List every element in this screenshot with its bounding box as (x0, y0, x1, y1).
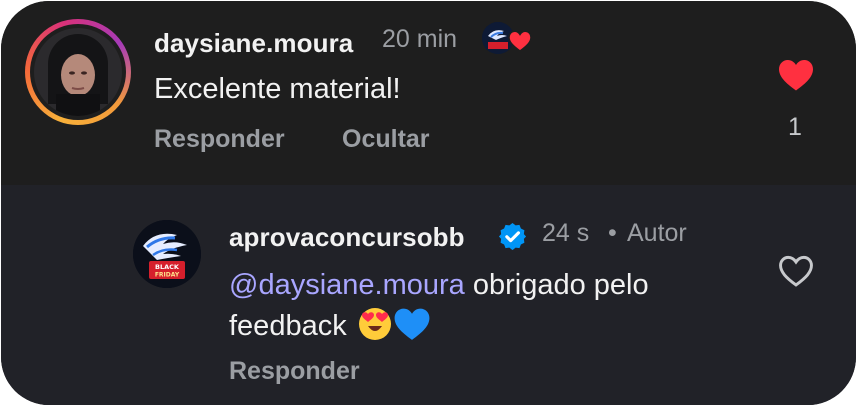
comment-text: Excelente material! (154, 73, 401, 105)
reply-button[interactable]: Responder (154, 125, 285, 154)
comment-timestamp: 20 min (382, 25, 458, 53)
hide-button[interactable]: Ocultar (342, 125, 430, 154)
meta-separator: • (608, 219, 617, 247)
avatar-black-text: BLACK (155, 263, 180, 271)
creator-heart-icon (508, 30, 532, 52)
avatar-friday-text: FRIDAY (155, 272, 180, 279)
like-count: 1 (788, 113, 802, 141)
heart-eyes-emoji (357, 306, 393, 354)
comment-item: daysiane.moura 20 min Excelente material… (1, 1, 856, 185)
mention-link[interactable]: @daysiane.moura (229, 269, 465, 301)
comment-username[interactable]: daysiane.moura (154, 28, 353, 59)
blue-heart-emoji (393, 306, 431, 354)
verified-badge-icon (498, 222, 527, 251)
reply-avatar[interactable]: BLACK FRIDAY (133, 220, 201, 288)
reply-timestamp: 24 s (542, 219, 590, 247)
reply-text: @daysiane.moura obrigado pelo feedback (229, 265, 759, 354)
heart-filled-icon[interactable] (777, 58, 815, 92)
author-label: Autor (627, 219, 687, 247)
heart-outline-icon[interactable] (777, 254, 815, 288)
story-ring[interactable] (25, 19, 131, 125)
avatar[interactable] (34, 28, 122, 116)
comment-thread: daysiane.moura 20 min Excelente material… (1, 1, 856, 405)
reply-reply-button[interactable]: Responder (229, 357, 360, 386)
reply-username[interactable]: aprovaconcursobb (229, 222, 465, 253)
reply-item: BLACK FRIDAY aprovaconcursobb 24 s • Aut… (1, 185, 856, 405)
